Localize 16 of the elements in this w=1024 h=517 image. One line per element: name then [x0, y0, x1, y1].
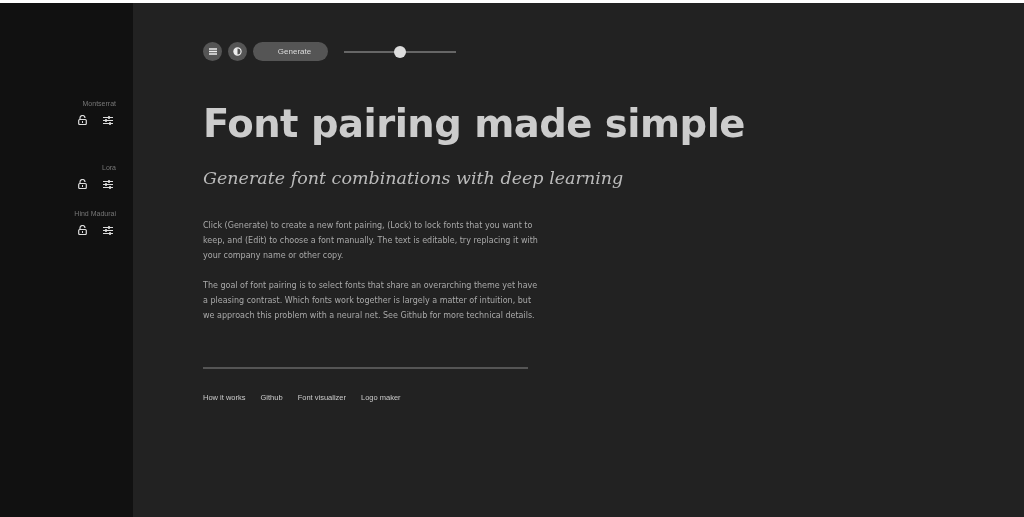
paragraph: The goal of font pairing is to select fonts that share an overarching theme yet have a pleasing contrast. Which fonts work together is largely a matter of intuition, but we approach this problem with a neural net. See Github for more technical details.: [203, 280, 538, 322]
padlock-icon[interactable]: [78, 115, 87, 125]
sliders-icon[interactable]: [103, 179, 113, 189]
contrast-button[interactable]: [228, 42, 247, 61]
list-button[interactable]: [203, 42, 222, 61]
contrast-icon: [233, 47, 242, 56]
slider-thumb[interactable]: [394, 45, 406, 58]
generate-button[interactable]: Generate: [253, 42, 328, 61]
heading: Font pairing made simple: [203, 101, 746, 146]
subheading: Generate font combinations with deep learning: [203, 168, 625, 188]
paragraph: Click (Generate) to create a new font pairing, (Lock) to lock fonts that you want to keep, and (Edit) to choose a font manually. The text is editable, try replacing it with your company name or other copy.: [203, 220, 538, 262]
list-icon: [208, 48, 217, 55]
padlock-icon[interactable]: [78, 225, 87, 235]
sliders-icon[interactable]: [103, 115, 113, 125]
sliders-icon[interactable]: [103, 225, 113, 235]
padlock-icon[interactable]: [78, 179, 87, 189]
